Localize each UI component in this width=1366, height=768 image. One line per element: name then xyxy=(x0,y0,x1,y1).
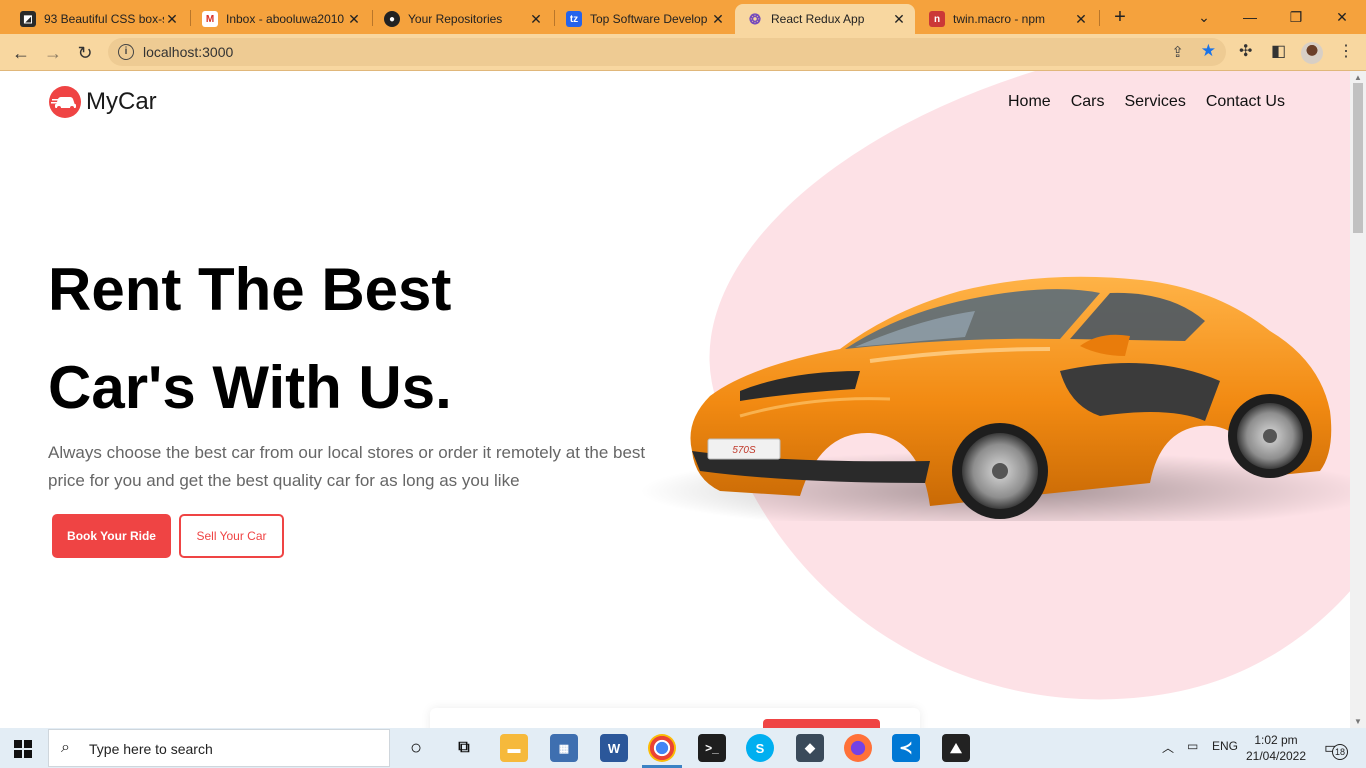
profile-avatar[interactable] xyxy=(1301,42,1323,64)
codepen-icon: ◩ xyxy=(20,11,36,27)
url-text: localhost:3000 xyxy=(143,44,234,60)
tab-github[interactable]: ● Your Repositories ✕ xyxy=(372,4,552,34)
tab-npm[interactable]: n twin.macro - npm ✕ xyxy=(917,4,1097,34)
tab-toptal[interactable]: tz Top Software Develop ✕ xyxy=(554,4,734,34)
minimize-button[interactable]: — xyxy=(1228,4,1272,30)
tab-title: Inbox - abooluwa2010 xyxy=(226,12,345,26)
close-window-button[interactable]: ✕ xyxy=(1320,4,1364,30)
tab-title: Your Repositories xyxy=(408,12,503,26)
scroll-up-arrow-icon[interactable]: ▲ xyxy=(1350,73,1366,82)
word-icon[interactable]: W xyxy=(600,734,628,762)
close-icon[interactable]: ✕ xyxy=(710,11,726,28)
tab-title: twin.macro - npm xyxy=(953,12,1046,26)
tab-title: 93 Beautiful CSS box-s xyxy=(44,12,164,26)
tab-search-chevron-icon[interactable]: ⌄ xyxy=(1182,4,1226,30)
headline-line-1: Rent The Best xyxy=(48,256,452,323)
terminal-icon[interactable]: >_ xyxy=(698,734,726,762)
address-bar[interactable]: i localhost:3000 ⇪ ★ xyxy=(108,38,1226,66)
forward-button[interactable]: → xyxy=(40,40,66,66)
bookmark-star-icon[interactable]: ★ xyxy=(1201,41,1216,61)
language-indicator[interactable]: ENG xyxy=(1212,739,1238,753)
nav-link-contact[interactable]: Contact Us xyxy=(1206,93,1285,111)
scrollbar-thumb[interactable] xyxy=(1353,83,1363,233)
page-scrollbar[interactable]: ▲ ▼ xyxy=(1350,71,1366,728)
clock-date: 21/04/2022 xyxy=(1245,749,1307,763)
close-icon[interactable]: ✕ xyxy=(891,11,907,28)
reload-button[interactable]: ↻ xyxy=(72,40,98,66)
chrome-icon[interactable] xyxy=(648,734,676,762)
ssms-icon[interactable]: ◆ xyxy=(796,734,824,762)
clock[interactable]: 1:02 pm 21/04/2022 xyxy=(1236,732,1316,764)
booking-card xyxy=(430,708,920,728)
book-your-ride-button[interactable]: Book Your Ride xyxy=(52,514,171,558)
booking-card-button[interactable] xyxy=(763,719,880,728)
tray-chevron-icon[interactable]: ︿ xyxy=(1162,739,1174,756)
close-icon[interactable]: ✕ xyxy=(1073,11,1089,28)
photos-icon[interactable]: ⛰ xyxy=(942,734,970,762)
search-icon: ⌕ xyxy=(61,739,70,756)
file-explorer-icon[interactable]: ▬ xyxy=(500,734,528,762)
back-button[interactable]: ← xyxy=(8,40,34,66)
orange-sports-car-image: 570S xyxy=(640,276,1350,521)
maximize-button[interactable]: ❐ xyxy=(1274,4,1318,30)
info-icon[interactable]: i xyxy=(118,44,134,60)
tab-title: Top Software Develop xyxy=(590,12,708,26)
headline-line-2: Car's With Us. xyxy=(48,354,452,421)
nav-link-services[interactable]: Services xyxy=(1124,93,1185,111)
clock-time: 1:02 pm xyxy=(1254,733,1298,747)
new-tab-button[interactable]: + xyxy=(1108,6,1132,30)
web-page: MyCar Home Cars Services Contact Us Rent… xyxy=(0,71,1350,728)
car-logo-icon xyxy=(49,86,81,118)
close-icon[interactable]: ✕ xyxy=(164,11,180,28)
svg-text:570S: 570S xyxy=(732,445,756,456)
menu-icon[interactable]: ⋮ xyxy=(1338,41,1354,61)
windows-start-icon[interactable] xyxy=(14,740,32,758)
logo-text: MyCar xyxy=(86,88,157,115)
toptal-icon: tz xyxy=(566,11,582,27)
close-icon[interactable]: ✕ xyxy=(346,11,362,28)
tab-css-box[interactable]: ◩ 93 Beautiful CSS box-s ✕ xyxy=(8,4,188,34)
logo[interactable]: MyCar xyxy=(48,85,157,119)
battery-icon[interactable]: ▭ xyxy=(1187,739,1198,753)
react-redux-icon: ❂ xyxy=(749,10,761,27)
windows-taskbar: ⌕ Type here to search ○ ⧉ ▬ ▦ W >_ S ◆ ≺… xyxy=(0,728,1366,768)
vscode-icon[interactable]: ≺ xyxy=(892,734,920,762)
notification-center-icon[interactable]: ▭ 18 xyxy=(1324,738,1348,760)
taskbar-search-box[interactable]: ⌕ Type here to search xyxy=(48,729,390,767)
extensions-icon[interactable]: ✣ xyxy=(1239,41,1252,61)
skype-icon[interactable]: S xyxy=(746,734,774,762)
cortana-icon[interactable]: ○ xyxy=(402,734,430,762)
sell-your-car-button[interactable]: Sell Your Car xyxy=(179,514,284,558)
main-nav: Home Cars Services Contact Us xyxy=(1008,93,1285,111)
app-window-icon[interactable]: ▦ xyxy=(550,734,578,762)
firefox-icon[interactable] xyxy=(844,734,872,762)
nav-link-cars[interactable]: Cars xyxy=(1071,93,1105,111)
side-panel-icon[interactable]: ◧ xyxy=(1271,41,1286,61)
notification-count-badge: 18 xyxy=(1332,744,1348,760)
browser-tab-bar: ◩ 93 Beautiful CSS box-s ✕ M Inbox - abo… xyxy=(0,0,1366,34)
hero-description: Always choose the best car from our loca… xyxy=(48,443,646,490)
npm-icon: n xyxy=(929,11,945,27)
task-view-icon[interactable]: ⧉ xyxy=(450,734,478,762)
nav-link-home[interactable]: Home xyxy=(1008,93,1051,111)
tab-gmail[interactable]: M Inbox - abooluwa2010 ✕ xyxy=(190,4,370,34)
browser-toolbar: ← → ↻ i localhost:3000 ⇪ ★ ✣ ◧ ⋮ xyxy=(0,34,1366,71)
scroll-down-arrow-icon[interactable]: ▼ xyxy=(1350,717,1366,726)
search-placeholder: Type here to search xyxy=(89,741,213,757)
hero-headline: Rent The Best Car's With Us. xyxy=(48,241,452,437)
share-icon[interactable]: ⇪ xyxy=(1171,43,1184,61)
tab-title: React Redux App xyxy=(771,12,865,26)
gmail-icon: M xyxy=(202,11,218,27)
github-icon: ● xyxy=(384,11,400,27)
close-icon[interactable]: ✕ xyxy=(528,11,544,28)
tab-react-redux-app[interactable]: ❂ React Redux App ✕ xyxy=(735,4,915,34)
